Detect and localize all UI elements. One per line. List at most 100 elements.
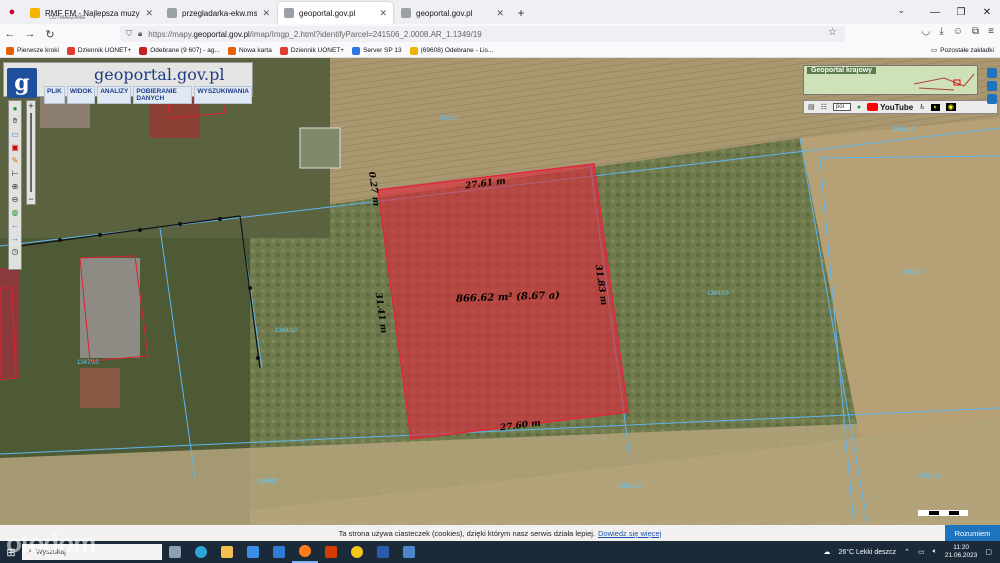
plot-number: 1347/10: [77, 360, 99, 366]
new-tab-button[interactable]: +: [512, 2, 530, 24]
tab-title: geoportal.gov.pl: [416, 8, 473, 18]
photos-icon[interactable]: [370, 541, 396, 563]
bookmark-item[interactable]: Dziennik UONET+: [66, 46, 131, 55]
cookie-accept-button[interactable]: Rozumiem: [945, 525, 1000, 541]
calculator-icon[interactable]: [396, 541, 422, 563]
bookmark-item[interactable]: Nowa karta: [227, 46, 272, 55]
otodom-watermark: otodom: [6, 528, 96, 558]
zoom-out-icon[interactable]: ⊖: [10, 194, 20, 204]
previous-view-icon[interactable]: ←: [10, 220, 20, 230]
system-tray: ☁ 26°C Lekki deszcz ⌃ ▭ 🔈︎ 11:20 21.06.2…: [823, 541, 992, 563]
extensions-icon[interactable]: ⧉: [972, 26, 979, 37]
pocket-icon[interactable]: ◡: [922, 26, 931, 37]
office-icon[interactable]: [318, 541, 344, 563]
file-explorer-icon[interactable]: [214, 541, 240, 563]
smiley-app-icon[interactable]: [344, 541, 370, 563]
firefox-taskbar-icon[interactable]: [292, 541, 318, 563]
tray-arrow-icon[interactable]: ⌃: [904, 548, 910, 556]
downloads-icon[interactable]: ⤓: [939, 26, 943, 37]
maximize-icon[interactable]: ❐: [948, 7, 974, 18]
browser-tab-ekw[interactable]: przegladarka-ekw.ms.gov.pl/eu... ✕: [161, 2, 276, 24]
geoportal-title: geoportal.gov.pl: [94, 65, 225, 84]
browser-tab-rmf[interactable]: RMF FM - Najlepsza muzyka - ... ODTWARZA…: [24, 2, 159, 24]
tab-playing-label: ODTWARZANIE: [49, 15, 86, 21]
gmail-icon: [139, 46, 148, 55]
layers-icon[interactable]: ▤: [808, 103, 815, 111]
measure-icon[interactable]: ⊢: [10, 168, 20, 178]
pan-hand-icon[interactable]: ✋︎: [10, 116, 20, 126]
task-view-icon[interactable]: [162, 541, 188, 563]
menu-wyszukiwania[interactable]: WYSZUKIWANIA: [194, 86, 252, 104]
tab-title: przegladarka-ekw.ms.gov.pl/eu...: [182, 8, 258, 18]
close-tab-icon[interactable]: ✕: [145, 8, 153, 19]
contrast-icon[interactable]: ◐: [931, 103, 940, 111]
close-tab-icon[interactable]: ✕: [379, 8, 387, 19]
legend-icon[interactable]: ☷: [821, 103, 827, 111]
eye-icon[interactable]: ◉: [945, 103, 956, 111]
green-globe-icon[interactable]: ●: [857, 104, 861, 111]
map-viewport[interactable]: g geoportal.gov.pl PLIK WIDOK ANALIZY PO…: [0, 58, 1000, 541]
info-icon[interactable]: ●: [10, 103, 20, 113]
cookie-more-link[interactable]: Dowiedz się więcej: [598, 529, 661, 538]
folder-icon: ▭: [931, 47, 938, 54]
draw-icon[interactable]: ✎: [10, 155, 20, 165]
back-icon[interactable]: ←: [0, 28, 20, 40]
bookmark-item[interactable]: Pierwsze kroki: [6, 46, 59, 55]
settings-icon[interactable]: [987, 81, 997, 91]
browser-tab-geoportal-active[interactable]: geoportal.gov.pl ✕: [278, 2, 393, 24]
store-icon[interactable]: [240, 541, 266, 563]
zoom-slider[interactable]: + −: [26, 100, 36, 205]
menu-pobieranie-danych[interactable]: POBIERANIE DANYCH: [133, 86, 193, 104]
lock-icon[interactable]: 🔒︎: [138, 29, 142, 39]
network-icon[interactable]: ▭: [918, 548, 925, 556]
volume-icon[interactable]: 🔈︎: [933, 548, 937, 556]
minimize-icon[interactable]: —: [922, 7, 948, 18]
next-view-icon[interactable]: →: [10, 233, 20, 243]
forward-icon[interactable]: →: [20, 28, 40, 40]
bookmark-item[interactable]: Odebrane (9 607) - ag...: [139, 46, 220, 55]
shield-icon[interactable]: ⛉: [126, 29, 132, 39]
zoom-plus-icon[interactable]: +: [28, 101, 33, 111]
address-bar[interactable]: ⛉ 🔒︎ https://mapy.geoportal.gov.pl/imap/…: [120, 26, 845, 42]
fullscreen-icon[interactable]: [987, 94, 997, 104]
mail-icon[interactable]: [266, 541, 292, 563]
help-icon[interactable]: [987, 68, 997, 78]
bookmark-item[interactable]: (69608) Odebrane - Lis...: [409, 46, 493, 55]
bookmark-item[interactable]: Dziennik UONET+: [279, 46, 344, 55]
reload-icon[interactable]: ↻: [40, 28, 60, 41]
list-tabs-icon[interactable]: ⌄: [897, 5, 905, 16]
clock[interactable]: 11:20 21.06.2023: [945, 544, 978, 560]
weather-text[interactable]: 26°C Lekki deszcz: [838, 549, 896, 556]
close-tab-icon[interactable]: ✕: [262, 8, 270, 19]
history-icon[interactable]: ◷: [10, 246, 20, 256]
weather-icon[interactable]: ☁: [823, 548, 830, 556]
edge-icon[interactable]: [188, 541, 214, 563]
menu-plik[interactable]: PLIK: [44, 86, 65, 104]
language-select[interactable]: pol: [832, 103, 851, 111]
rmf-favicon-icon: [30, 8, 40, 18]
globe-icon[interactable]: ◍: [10, 207, 20, 217]
browser-tab-geoportal[interactable]: geoportal.gov.pl ✕: [395, 2, 510, 24]
zoom-in-icon[interactable]: ⊕: [10, 181, 20, 191]
firefox-view-icon[interactable]: ●: [0, 0, 24, 24]
menu-analizy[interactable]: ANALIZY: [97, 86, 132, 104]
menu-widok[interactable]: WIDOK: [66, 86, 96, 104]
geoportal-logo: g: [7, 68, 37, 98]
cookie-banner: Ta strona używa ciasteczek (cookies), dz…: [0, 525, 1000, 541]
mail-icon: [409, 46, 418, 55]
zoom-track[interactable]: [30, 113, 32, 192]
overview-map[interactable]: Geoportal krajowy: [803, 65, 978, 95]
close-window-icon[interactable]: ✕: [974, 7, 1000, 18]
bookmark-star-icon[interactable]: ☆: [828, 27, 837, 38]
print-icon[interactable]: ▣: [10, 142, 20, 152]
youtube-link[interactable]: YouTube: [867, 103, 913, 112]
select-area-icon[interactable]: ▭: [10, 129, 20, 139]
menu-icon[interactable]: ≡: [988, 26, 994, 37]
notifications-icon[interactable]: ▢: [985, 548, 992, 556]
other-bookmarks[interactable]: ▭ Pozostałe zakładki: [931, 46, 994, 55]
account-icon[interactable]: ☺: [953, 26, 963, 37]
wheelchair-icon[interactable]: ♿︎: [919, 103, 925, 111]
close-tab-icon[interactable]: ✕: [496, 8, 504, 19]
bookmark-item[interactable]: Server SP 13: [352, 46, 402, 55]
zoom-minus-icon[interactable]: −: [28, 194, 33, 204]
